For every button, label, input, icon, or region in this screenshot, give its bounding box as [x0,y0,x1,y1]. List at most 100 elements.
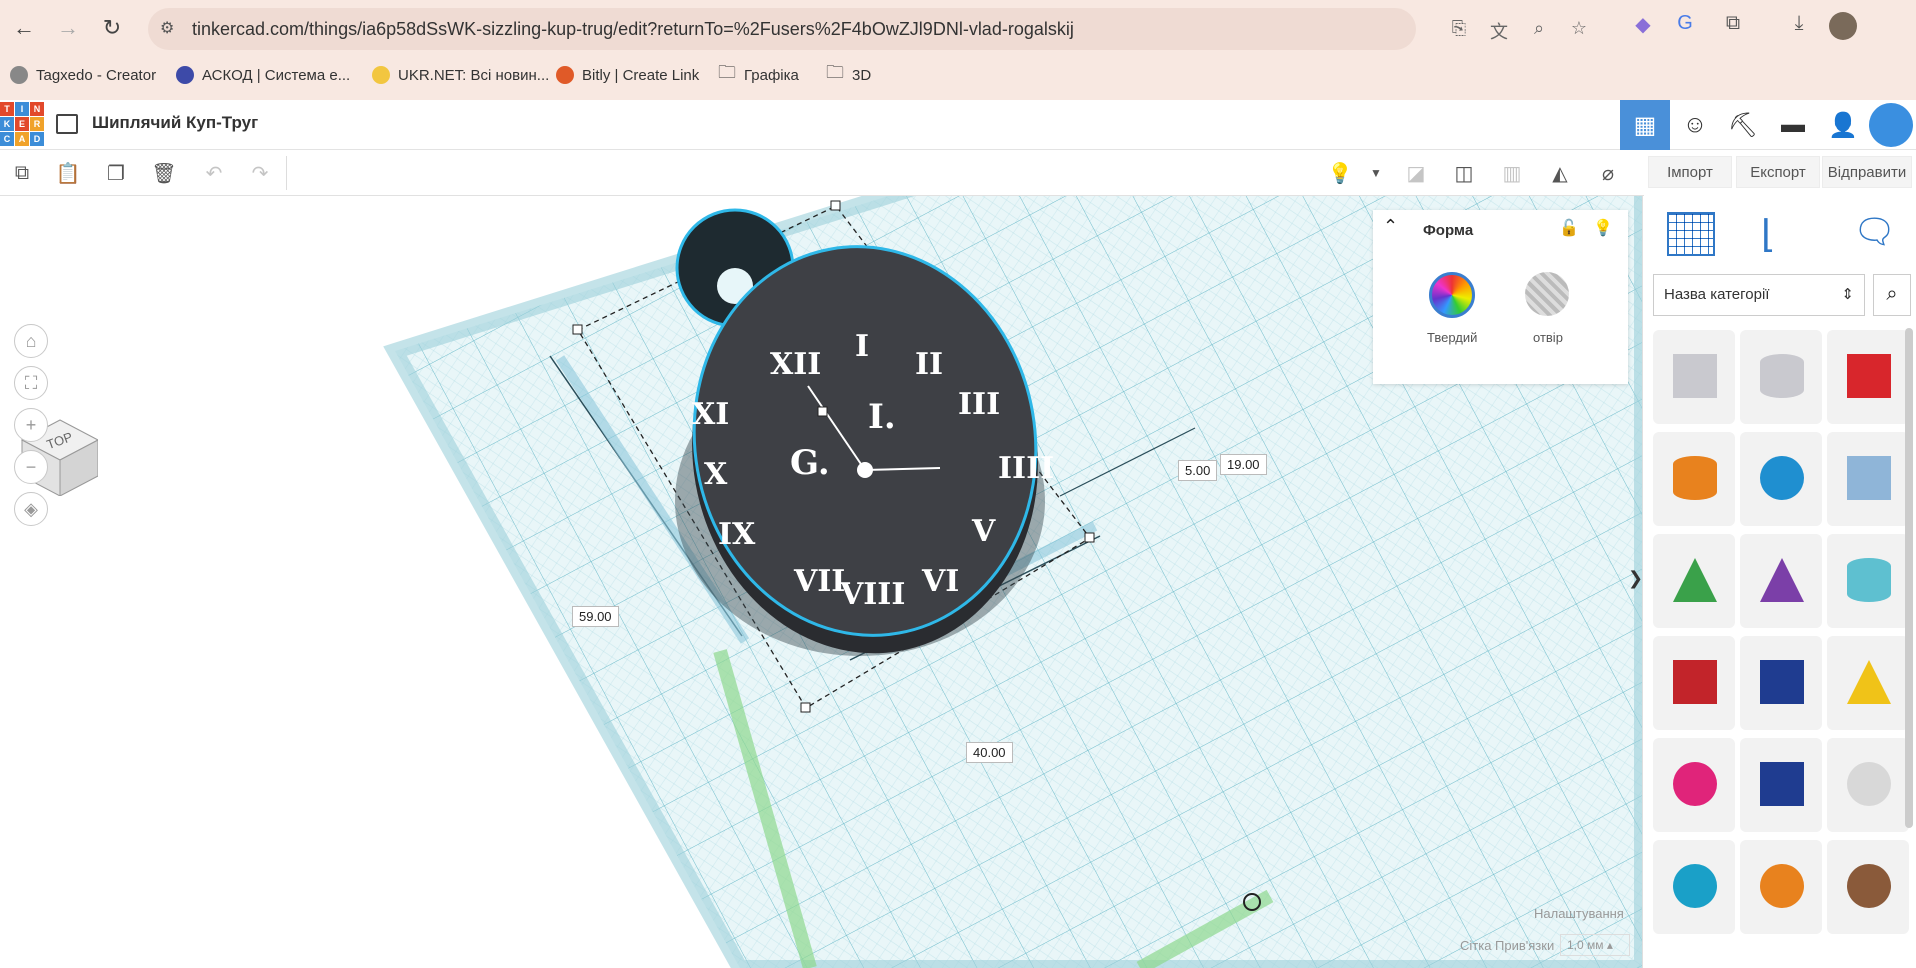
shape-tube[interactable] [1740,840,1822,934]
shape-sphere[interactable] [1740,432,1822,526]
shape-paraboloid[interactable] [1827,738,1909,832]
user-avatar[interactable] [1866,100,1916,150]
home-icon[interactable]: ⌂ [14,324,48,358]
rotate-handle[interactable] [817,406,828,417]
elevation-dimension[interactable]: 5.00 [1178,460,1218,481]
align-icon[interactable]: ▥ [1496,158,1528,188]
width-dimension[interactable]: 40.00 [966,742,1013,763]
undo-icon[interactable]: ↶ [198,158,230,188]
pickaxe-icon[interactable]: ⛏ [1718,100,1768,150]
shape-box[interactable] [1827,330,1909,424]
expand-panel-icon[interactable]: ❯ [1628,568,1642,608]
shape-cylinder-hole[interactable] [1740,330,1822,424]
add-user-icon[interactable]: 👤 [1818,100,1868,150]
category-placeholder: Назва категорії [1664,286,1770,303]
bookmark-item[interactable]: UKR.NET: Всі новин... [372,64,549,86]
light-bulb-icon[interactable]: 💡 [1324,158,1356,188]
bookmark-item[interactable]: Bitly | Create Link [556,64,699,86]
category-select[interactable]: Назва категорії ⇕ [1653,274,1865,316]
export-button[interactable]: Експорт [1736,156,1820,188]
translate-icon[interactable]: 文 [1488,18,1510,42]
numeral: III [958,387,1000,422]
download-icon[interactable]: ⤓ [1786,12,1812,38]
shape-wedge[interactable] [1740,636,1822,730]
3d-view-button[interactable]: ▦ [1620,100,1670,150]
design-title[interactable]: Шиплячий Куп-Труг [92,113,258,133]
numeral: I [855,329,869,364]
lock-icon[interactable]: 🔓 [1559,218,1579,238]
copy-icon[interactable]: ⧉ [6,158,38,188]
light-bulb-icon[interactable]: 💡 [1593,218,1613,238]
scrollbar[interactable] [1905,328,1913,828]
shape-cylinder[interactable] [1653,432,1735,526]
cruise-icon[interactable]: ⌀ [1592,158,1624,188]
blocks-icon[interactable]: ☺ [1670,100,1720,150]
shape-pyramid[interactable] [1827,636,1909,730]
initial-left: G. [790,443,830,483]
star-icon[interactable]: ☆ [1568,18,1590,40]
tinkercad-logo[interactable]: TIN KER CAD [0,102,44,146]
shape-torus[interactable] [1653,840,1735,934]
shape-round-roof[interactable] [1827,534,1909,628]
shape-polygon[interactable] [1740,738,1822,832]
import-button[interactable]: Імпорт [1648,156,1732,188]
url-text[interactable]: tinkercad.com/things/ia6p58dSsWK-sizzlin… [192,19,1074,40]
delete-icon[interactable]: 🗑 [148,158,180,188]
mirror-icon[interactable]: ◭ [1544,158,1576,188]
reload-icon[interactable]: ↻ [94,10,130,46]
back-icon[interactable]: ← [6,10,42,46]
hole-button[interactable] [1525,272,1569,316]
workplane[interactable]: XII I II III XI X IX VII VIII VI V IIII … [0,196,1642,968]
forward-icon[interactable]: → [50,10,86,46]
shape-cone[interactable] [1740,534,1822,628]
send-button[interactable]: Відправити [1822,156,1912,188]
zoom-out-icon[interactable]: − [14,450,48,484]
bricks-icon[interactable]: ▬ [1768,100,1818,150]
shape-scribble[interactable] [1827,432,1909,526]
shape-half-sphere[interactable] [1653,738,1735,832]
handle-right[interactable] [1084,532,1095,543]
menu-list-icon[interactable] [56,114,78,134]
bookmark-item[interactable]: Tagxedo - Creator [10,64,156,86]
handle-top[interactable] [830,200,841,211]
ungroup-icon[interactable]: ◫ [1448,158,1480,188]
group-icon[interactable]: ◪ [1400,158,1432,188]
address-bar[interactable]: ⚙ tinkercad.com/things/ia6p58dSsWK-sizzl… [148,8,1416,50]
shape-heart[interactable] [1827,840,1909,934]
puzzle-icon[interactable]: ⧉ [1720,12,1746,38]
duplicate-icon[interactable]: ❐ [100,158,132,188]
notes-icon[interactable]: 🗨 [1853,212,1896,252]
install-app-icon[interactable]: ⎘ [1448,18,1470,40]
google-translate-icon[interactable]: G [1672,12,1698,38]
zoom-icon[interactable]: ⌕ [1528,18,1550,40]
bookmark-item[interactable]: 🗀 Графіка [718,62,799,86]
handle-bottom[interactable] [800,702,811,713]
handle-left[interactable] [572,324,583,335]
settings-link[interactable]: Налаштування [1534,906,1624,921]
redo-icon[interactable]: ↷ [244,158,276,188]
profile-avatar[interactable] [1829,12,1857,40]
bookmark-item[interactable]: АСКОД | Система е... [176,64,350,86]
text-icon [1673,660,1717,704]
site-info-icon[interactable]: ⚙ [160,18,182,40]
chevron-down-icon[interactable]: ▼ [1360,158,1392,188]
extension-icon[interactable]: ◆ [1630,12,1656,38]
snap-select[interactable]: 1,0 мм ▴ [1560,934,1630,956]
shape-roof[interactable] [1653,534,1735,628]
zoom-in-icon[interactable]: + [14,408,48,442]
perspective-icon[interactable]: ◈ [14,492,48,526]
shape-text[interactable] [1653,636,1735,730]
numeral: X [704,457,728,492]
bookmark-item[interactable]: 🗀 3D [826,62,871,86]
fit-view-icon[interactable]: ⛶ [14,366,48,400]
depth-dimension[interactable]: 19.00 [1220,454,1267,475]
height-dimension[interactable]: 59.00 [572,606,619,627]
bookmark-label: АСКОД | Система е... [202,66,351,84]
workplane-grid-icon[interactable] [1667,212,1715,256]
search-icon[interactable]: ⌕ [1873,274,1911,316]
ruler-icon[interactable]: ⌊ [1761,212,1776,257]
shape-box-hole[interactable] [1653,330,1735,424]
paste-icon[interactable]: 📋 [52,158,84,188]
collapse-icon[interactable]: ⌃ [1383,216,1398,237]
solid-button[interactable] [1429,272,1475,318]
